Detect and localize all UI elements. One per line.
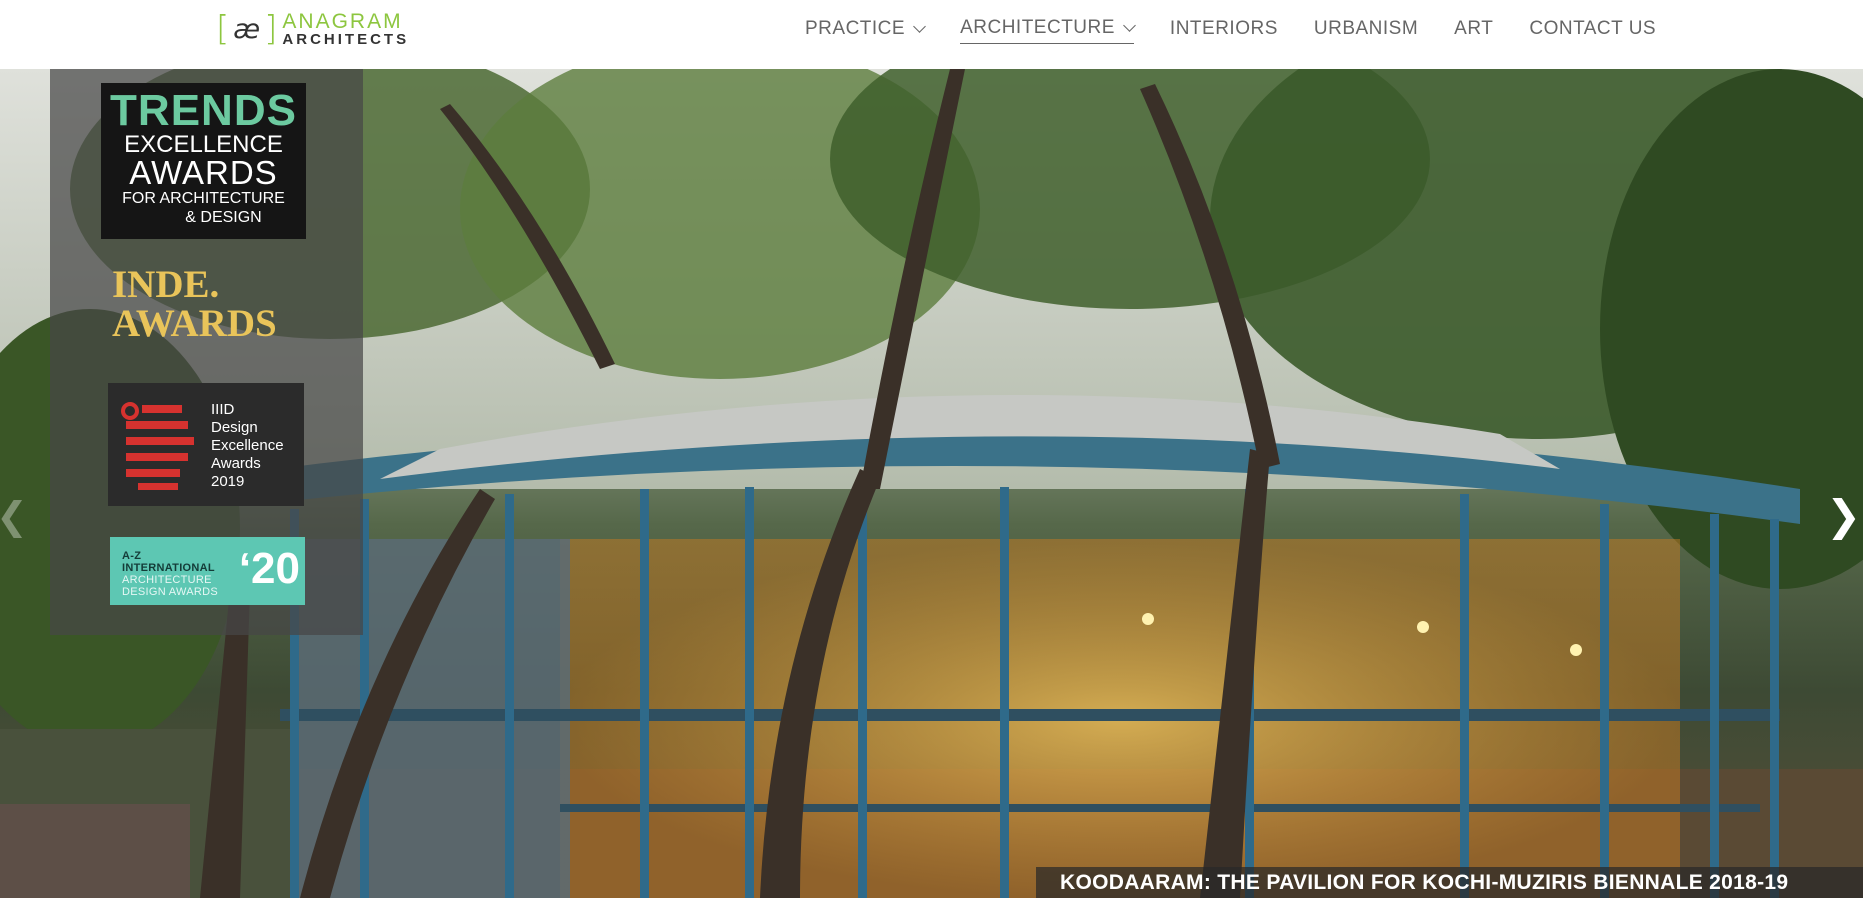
nav-item-label: INTERIORS — [1169, 17, 1278, 39]
az-badge-line1: A-Z — [122, 550, 142, 562]
nav-item-urbanism[interactable]: URBANISM — [1314, 18, 1418, 44]
trends-badge-line4: FOR ARCHITECTURE — [122, 190, 285, 207]
iiid-logo-icon — [121, 402, 194, 490]
nav-item-label: URBANISM — [1313, 17, 1419, 39]
chevron-down-icon — [913, 19, 926, 33]
slide-caption[interactable]: KOODAARAM: THE PAVILION FOR KOCHI-MUZIRI… — [1036, 867, 1863, 898]
nav-item-label: ARCHITECTURE — [960, 17, 1115, 38]
main-nav: PRACTICE ARCHITECTURE INTERIORS URBANISM… — [805, 17, 1692, 44]
awards-panel: TRENDS EXCELLENCE AWARDS FOR ARCHITECTUR… — [50, 69, 363, 635]
nav-item-label: ART — [1454, 17, 1494, 39]
az-badge-text: A-Z INTERNATIONAL ARCHITECTURE DESIGN AW… — [122, 550, 218, 598]
inde-awards-badge: INDE. AWARDS — [112, 265, 277, 343]
az-architecture-awards-badge: A-Z INTERNATIONAL ARCHITECTURE DESIGN AW… — [110, 537, 305, 605]
az-badge-line2: INTERNATIONAL — [122, 562, 215, 574]
iiid-badge-line2: Design — [211, 419, 258, 436]
site-header: [ æ ] ANAGRAM ARCHITECTS PRACTICE ARCHIT… — [0, 0, 1863, 69]
logo-ae-glyph: æ — [233, 13, 262, 45]
chevron-right-icon[interactable]: ❯ — [1826, 495, 1861, 537]
nav-item-art[interactable]: ART — [1454, 18, 1493, 44]
iiid-badge-line5: 2019 — [211, 473, 245, 490]
iiid-badge-line4: Awards — [211, 455, 261, 472]
iiid-awards-badge: IIID Design Excellence Awards 2019 — [108, 383, 304, 506]
nav-item-architecture[interactable]: ARCHITECTURE — [960, 17, 1136, 44]
iiid-badge-line1: IIID — [211, 401, 235, 418]
az-badge-line4: DESIGN AWARDS — [122, 586, 218, 598]
nav-item-label: CONTACT US — [1529, 17, 1657, 39]
inde-badge-line1: INDE. — [112, 263, 220, 306]
az-badge-year: ‘20 — [238, 544, 300, 593]
site-logo[interactable]: [ æ ] ANAGRAM ARCHITECTS — [216, 10, 409, 48]
chevron-down-icon — [1123, 19, 1136, 32]
nav-item-contact-us[interactable]: CONTACT US — [1529, 18, 1656, 44]
logo-mark: [ æ ] — [216, 12, 278, 46]
chevron-left-icon[interactable]: ❮ — [0, 495, 28, 537]
nav-item-practice[interactable]: PRACTICE — [805, 17, 926, 44]
logo-bracket-left: [ — [216, 9, 231, 49]
nav-item-interiors[interactable]: INTERIORS — [1170, 18, 1278, 44]
trends-badge-line3: AWARDS — [129, 154, 278, 191]
trends-badge-line5: & DESIGN — [185, 209, 262, 226]
inde-badge-line2: AWARDS — [112, 302, 277, 345]
trends-badge-title: TRENDS — [110, 86, 297, 135]
trends-excellence-awards-badge: TRENDS EXCELLENCE AWARDS FOR ARCHITECTUR… — [101, 83, 306, 239]
az-badge-line3: ARCHITECTURE — [122, 574, 212, 586]
logo-line-architects: ARCHITECTS — [282, 31, 410, 48]
nav-item-label: PRACTICE — [805, 17, 906, 39]
hero-slider: TRENDS EXCELLENCE AWARDS FOR ARCHITECTUR… — [0, 69, 1863, 898]
logo-wordmark: ANAGRAM ARCHITECTS — [282, 11, 409, 47]
logo-bracket-right: ] — [264, 9, 279, 49]
iiid-badge-text: IIID Design Excellence Awards 2019 — [211, 401, 284, 491]
logo-line-anagram: ANAGRAM — [282, 10, 403, 33]
iiid-badge-line3: Excellence — [211, 437, 284, 454]
